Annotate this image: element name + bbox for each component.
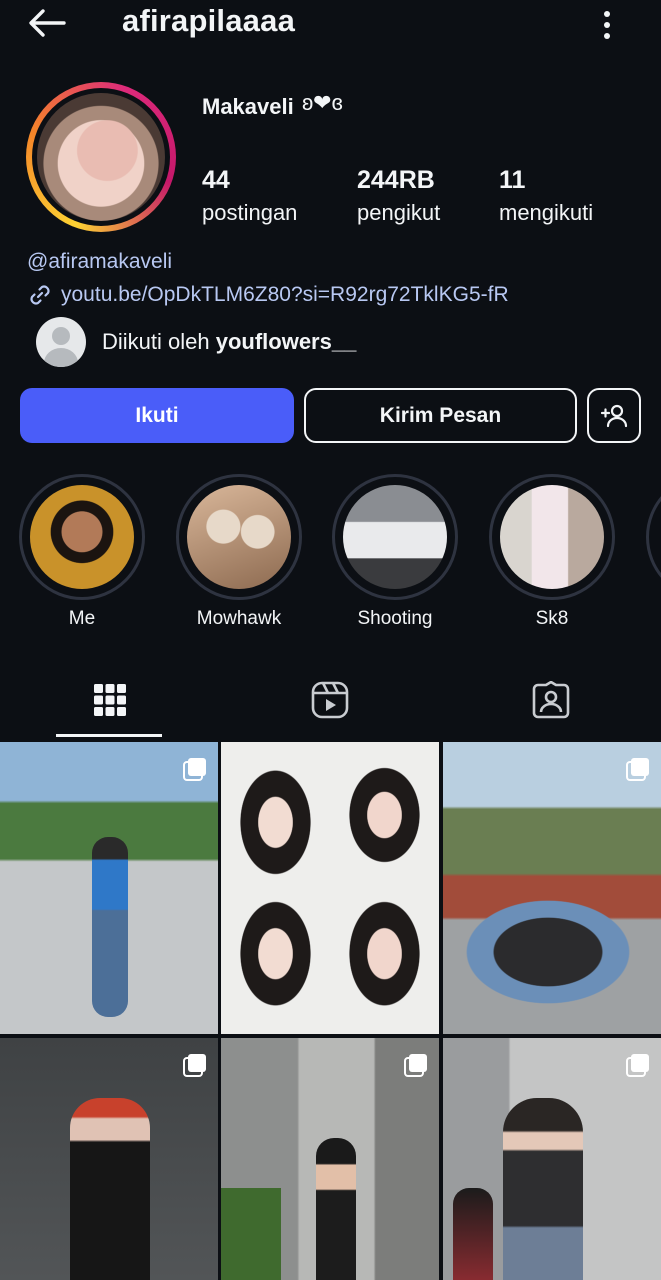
post-thumbnail[interactable] [221,1038,439,1280]
profile-username: afirapilaaaa [122,3,296,38]
profile-tabs [0,660,661,740]
multiple-photos-icon [183,758,206,781]
bio-handle-link[interactable]: @afiramakaveli [27,250,172,274]
post-thumbnail[interactable] [221,742,439,1034]
highlight-cover [500,485,604,589]
highlight-label: Sk8 [535,608,569,629]
stat-followers-label: pengikut [357,200,441,225]
highlight-mowhawk[interactable]: Mowhawk [176,474,302,630]
highlight-label: Shooting [357,608,433,629]
post-thumbnail[interactable] [0,1038,218,1280]
top-bar: afirapilaaaa [0,0,661,46]
bio-link-text: youtu.be/OpDkTLM6Z80?si=R92rg72TklKG5-fR [61,283,509,306]
multiple-photos-icon [626,1054,649,1077]
followed-by-row[interactable]: Diikuti oleh youflowers__ [36,316,356,368]
profile-avatar[interactable] [26,82,176,232]
stat-posts-count: 44 [202,166,230,194]
suggest-friends-button[interactable] [587,388,641,443]
avatar-photo [37,93,165,221]
add-person-icon [600,404,628,427]
multiple-photos-icon [183,1054,206,1077]
multiple-photos-icon [404,1054,427,1077]
highlight-label: Mowhawk [196,608,282,629]
tagged-person-icon [532,681,570,719]
reels-icon [311,681,349,719]
grid-icon [94,684,126,716]
followed-by-username: youflowers__ [215,329,357,354]
post-thumbnail[interactable] [443,742,661,1034]
back-arrow-icon[interactable] [26,4,68,42]
multiple-photos-icon [626,758,649,781]
follow-button[interactable]: Ikuti [20,388,294,443]
highlight-me[interactable]: Me [19,474,145,630]
stat-following-count: 11 [499,166,526,194]
display-name: Makaveli [202,94,294,119]
highlight-sk8[interactable]: Sk8 [489,474,615,630]
send-message-button[interactable]: Kirim Pesan [304,388,577,443]
highlight-label: Me [68,608,96,629]
stat-followers-count: 244RB [357,166,435,194]
stat-posts-label: postingan [202,200,298,225]
stat-followers[interactable]: 244RB pengikut [357,166,440,226]
followed-by-text: Diikuti oleh youflowers__ [102,329,357,354]
highlight-partial[interactable] [646,474,661,600]
highlight-shooting[interactable]: Shooting [332,474,458,630]
bio-link[interactable]: youtu.be/OpDkTLM6Z80?si=R92rg72TklKG5-fR [27,282,509,308]
stat-following[interactable]: 11 mengikuti [499,166,593,226]
highlight-cover [187,485,291,589]
link-icon [30,285,50,305]
tab-tagged[interactable] [441,660,661,740]
more-options-icon[interactable] [592,4,622,42]
name-decoration: ʚ❤ɞ [302,90,343,115]
active-tab-indicator [56,734,162,737]
tab-posts-grid[interactable] [0,660,220,740]
highlight-cover [343,485,447,589]
post-thumbnail[interactable] [0,742,218,1034]
stat-following-label: mengikuti [499,200,594,225]
post-thumbnail[interactable] [443,1038,661,1280]
posts-grid [0,742,661,1280]
highlight-cover [30,485,134,589]
tab-reels[interactable] [220,660,440,740]
stat-posts[interactable]: 44 postingan [202,166,297,226]
mutual-follower-avatar [36,317,86,367]
